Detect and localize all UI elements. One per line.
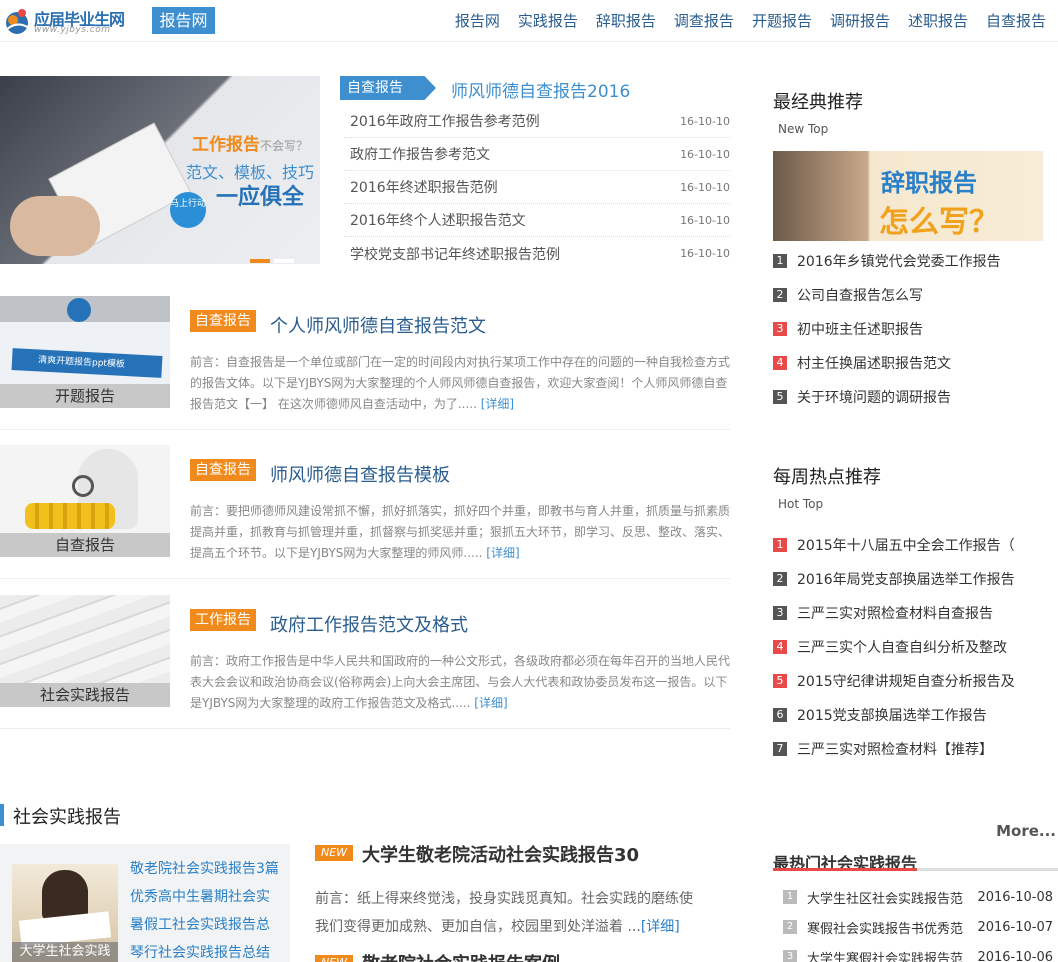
- new-badge: NEW: [315, 955, 353, 962]
- banner-go-button[interactable]: 马上行动: [170, 192, 206, 228]
- section-link[interactable]: 琴行社会实践报告总结: [130, 941, 279, 962]
- list-item[interactable]: 5 关于环境问题的调研报告: [773, 380, 1053, 414]
- article-card: 社会实践报告 工作报告 政府工作报告范文及格式 前言：政府工作报告是中华人民共和…: [0, 595, 730, 729]
- site-logo[interactable]: 应届毕业生网 www.yjbys.com: [2, 4, 137, 36]
- nav-item-reports[interactable]: 报告网: [455, 10, 500, 31]
- banner-slogan: 一应俱全: [216, 185, 305, 210]
- sidebar-top-list: 1 2016年乡镇党代会党委工作报告 2 公司自查报告怎么写 3 初中班主任述职报告 …: [773, 244, 1053, 414]
- more-link[interactable]: More...: [996, 822, 1056, 840]
- thumbnail-label: 清爽开题报告ppt模板: [11, 348, 163, 378]
- feature-summary: 前言：纸上得来终觉浅，投身实践觅真知。社会实践的磨练使我们变得更加成熟、更加自信…: [315, 891, 693, 935]
- section-link-list: 敬老院社会实践报告3篇 优秀高中生暑期社会实 暑假工社会实践报告总 琴行社会实践…: [130, 857, 279, 962]
- news-item[interactable]: 2016年终个人述职报告范文 16-10-10: [344, 204, 730, 237]
- article-title[interactable]: 个人师风师德自查报告范文: [270, 312, 486, 338]
- promo-line-1: 辞职报告: [881, 169, 977, 197]
- news-item[interactable]: 学校党支部书记年终述职报告范例 16-10-10: [344, 237, 730, 270]
- news-item[interactable]: 2016年终述职报告范例 16-10-10: [344, 171, 730, 204]
- hero-banner[interactable]: 工作报告不会写？ 范文、模板、技巧 一应俱全 马上行动: [0, 76, 320, 264]
- section-title: 社会实践报告: [13, 807, 121, 828]
- list-item[interactable]: 4 三严三实个人自查自纠分析及整改: [773, 630, 1053, 664]
- feature-more-link[interactable]: [详细]: [641, 919, 680, 935]
- banner-hand-shape: [10, 196, 100, 256]
- article-card: 清爽开题报告ppt模板 开题报告 自查报告 个人师风师德自查报告范文 前言：自查…: [0, 296, 730, 430]
- nav-item-research[interactable]: 调研报告: [830, 10, 890, 31]
- brand-badge[interactable]: 报告网: [152, 7, 215, 34]
- hot-title-underline: [773, 868, 1058, 871]
- list-item[interactable]: 2 寒假社会实践报告书优秀范 2016-10-07: [783, 912, 1053, 942]
- logo-mark-icon: [5, 9, 30, 34]
- thumbnail-caption: 社会实践报告: [0, 683, 170, 707]
- list-item[interactable]: 2 2016年局党支部换届选举工作报告: [773, 562, 1053, 596]
- new-badge: NEW: [315, 845, 353, 861]
- logo-circle-icon: [67, 298, 91, 322]
- nav-item-self-check[interactable]: 自查报告: [986, 10, 1046, 31]
- section-link[interactable]: 暑假工社会实践报告总: [130, 913, 279, 941]
- magnifier-icon: [72, 475, 94, 497]
- article-summary: 前言：政府工作报告是中华人民共和国政府的一种公文形式，各级政府都必须在每年召开的…: [190, 654, 731, 710]
- news-headline[interactable]: 师风师德自查报告2016: [451, 77, 630, 102]
- list-item[interactable]: 1 大学生社区社会实践报告范 2016-10-08: [783, 882, 1053, 912]
- top-header: 应届毕业生网 www.yjbys.com 报告网 报告网 实践报告 辞职报告 调…: [0, 0, 1058, 42]
- section-accent-bar: [0, 804, 4, 826]
- sidebar-hot-subtitle: Hot Top: [778, 497, 824, 511]
- sidebar-top-subtitle: New Top: [778, 122, 829, 136]
- news-list: 2016年政府工作报告参考范例 16-10-10 政府工作报告参考范文 16-10-…: [344, 105, 730, 270]
- nav-item-debrief[interactable]: 述职报告: [908, 10, 968, 31]
- thumbnail-caption: 开题报告: [0, 384, 170, 408]
- article-tag[interactable]: 工作报告: [190, 609, 256, 631]
- hot-practice-list: 1 大学生社区社会实践报告范 2016-10-08 2 寒假社会实践报告书优秀范 201…: [783, 882, 1053, 962]
- article-more-link[interactable]: [详细]: [486, 546, 519, 560]
- banner-pagination: [250, 248, 298, 264]
- banner-dot-1[interactable]: [250, 259, 270, 263]
- person-hair-shape: [42, 870, 88, 920]
- coins-shape: [25, 503, 115, 529]
- article-tag[interactable]: 自查报告: [190, 310, 256, 332]
- article-title[interactable]: 师风师德自查报告模板: [270, 461, 450, 487]
- article-thumbnail[interactable]: 清爽开题报告ppt模板 开题报告: [0, 296, 170, 408]
- news-item[interactable]: 2016年政府工作报告参考范例 16-10-10: [344, 105, 730, 138]
- section-link[interactable]: 优秀高中生暑期社会实: [130, 885, 279, 913]
- feature-title[interactable]: 大学生敬老院活动社会实践报告30: [362, 841, 639, 867]
- list-item[interactable]: 7 三严三实对照检查材料【推荐】: [773, 732, 1053, 766]
- list-item[interactable]: 5 2015守纪律讲规矩自查分析报告及: [773, 664, 1053, 698]
- logo-url: www.yjbys.com: [34, 25, 111, 35]
- sidebar-hot-list: 1 2015年十八届五中全会工作报告（ 2 2016年局党支部换届选举工作报告 3三…: [773, 528, 1053, 766]
- promo-line-2: 怎么写？: [879, 205, 999, 240]
- sidebar-hot-title: 每周热点推荐: [773, 467, 881, 488]
- banner-headline: 工作报告不会写？: [192, 135, 309, 155]
- article-thumbnail[interactable]: 自查报告: [0, 445, 170, 557]
- section-thumbnail[interactable]: 大学生社会实践: [12, 864, 118, 962]
- list-item[interactable]: 2 公司自查报告怎么写: [773, 278, 1053, 312]
- list-item[interactable]: 3 初中班主任述职报告: [773, 312, 1053, 346]
- article-tag[interactable]: 自查报告: [190, 459, 256, 481]
- list-item[interactable]: 4 村主任换届述职报告范文: [773, 346, 1053, 380]
- thumbnail-caption: 大学生社会实践: [12, 942, 118, 962]
- list-item[interactable]: 3 大学生寒假社会实践报告范 2016-10-06: [783, 942, 1053, 962]
- feature-title[interactable]: 敬老院社会实践报告案例: [362, 950, 560, 962]
- sidebar-top-title: 最经典推荐: [773, 92, 863, 113]
- news-category-tag[interactable]: 自查报告: [340, 76, 436, 100]
- list-item[interactable]: 1 2015年十八届五中全会工作报告（: [773, 528, 1053, 562]
- thumbnail-caption: 自查报告: [0, 533, 170, 557]
- nav-item-resignation[interactable]: 辞职报告: [596, 10, 656, 31]
- news-item[interactable]: 政府工作报告参考范文 16-10-10: [344, 138, 730, 171]
- main-nav: 报告网 实践报告 辞职报告 调查报告 开题报告 调研报告 述职报告 自查报告: [455, 10, 1046, 31]
- article-thumbnail[interactable]: 社会实践报告: [0, 595, 170, 707]
- sidebar-promo-image[interactable]: 辞职报告 怎么写？: [773, 151, 1043, 241]
- nav-item-proposal[interactable]: 开题报告: [752, 10, 812, 31]
- nav-item-practice[interactable]: 实践报告: [518, 10, 578, 31]
- list-item[interactable]: 6 2015党支部换届选举工作报告: [773, 698, 1053, 732]
- article-card: 自查报告 自查报告 师风师德自查报告模板 前言：要把师德师风建设常抓不懈，抓好抓…: [0, 445, 730, 579]
- nav-item-survey[interactable]: 调查报告: [674, 10, 734, 31]
- article-title[interactable]: 政府工作报告范文及格式: [270, 611, 468, 637]
- list-item[interactable]: 1 2016年乡镇党代会党委工作报告: [773, 244, 1053, 278]
- article-more-link[interactable]: [详细]: [481, 397, 514, 411]
- list-item[interactable]: 3 三严三实对照检查材料自查报告: [773, 596, 1053, 630]
- article-summary: 前言：要把师德师风建设常抓不懈，抓好抓落实，抓好四个并重，即教书与育人并重，抓质…: [190, 504, 731, 560]
- banner-dot-2[interactable]: [274, 259, 294, 263]
- article-summary: 前言：自查报告是一个单位或部门在一定的时间段内对执行某项工作中存在的问题的一种自…: [190, 355, 731, 411]
- article-more-link[interactable]: [详细]: [474, 696, 507, 710]
- section-link[interactable]: 敬老院社会实践报告3篇: [130, 857, 279, 885]
